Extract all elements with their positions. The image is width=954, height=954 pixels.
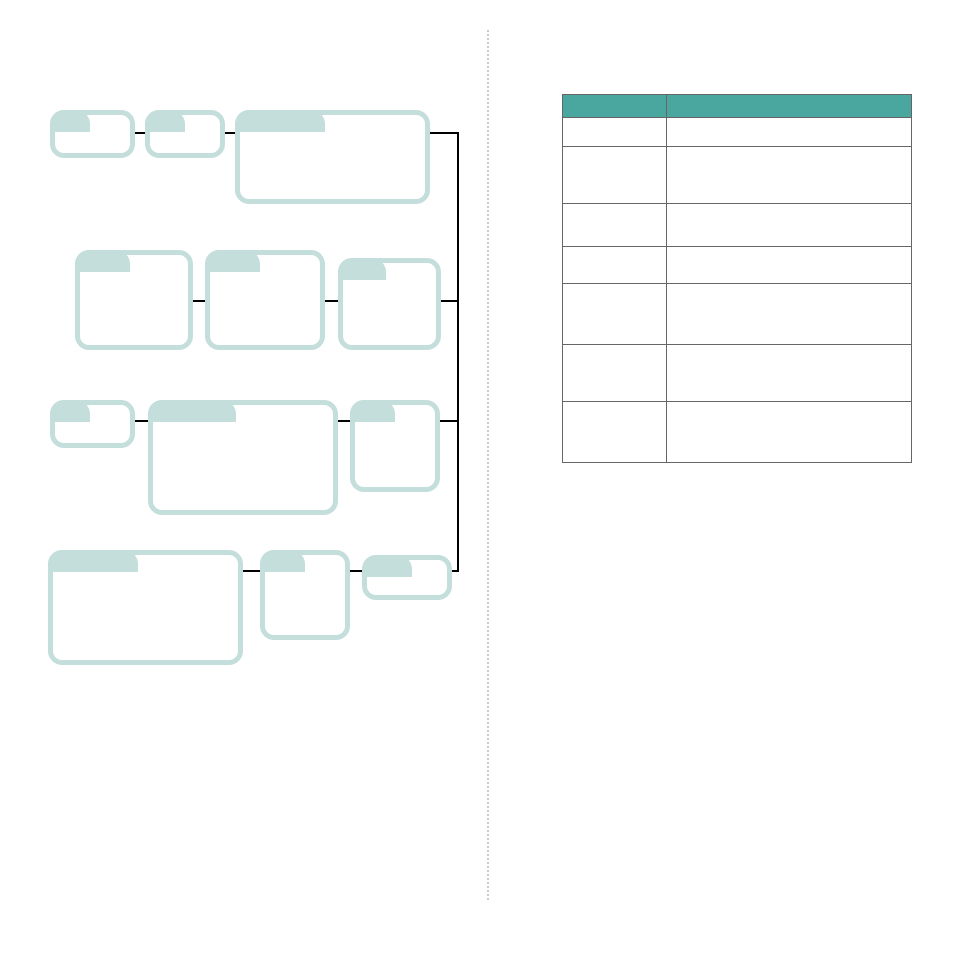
table-cell-b <box>667 204 912 247</box>
node-tab <box>205 250 260 272</box>
connector-v <box>457 132 459 302</box>
table-cell-a <box>563 284 667 345</box>
table-row <box>563 345 912 402</box>
node-tab <box>145 110 185 132</box>
diagram-node <box>145 110 225 158</box>
diagram-node <box>260 550 350 640</box>
table-cell-a <box>563 247 667 284</box>
connector-v <box>457 300 459 422</box>
table-row <box>563 284 912 345</box>
table-row <box>563 147 912 204</box>
table-cell-a <box>563 118 667 147</box>
table-header-a <box>563 95 667 118</box>
table-cell-b <box>667 345 912 402</box>
table-header-b <box>667 95 912 118</box>
table-cell-b <box>667 147 912 204</box>
diagram-node <box>50 400 135 448</box>
table-header-row <box>563 95 912 118</box>
table-cell-b <box>667 247 912 284</box>
diagram-node <box>350 400 440 492</box>
table-cell-b <box>667 284 912 345</box>
diagram-node <box>338 258 441 350</box>
table-row <box>563 118 912 147</box>
table-row <box>563 204 912 247</box>
diagram-node <box>235 110 430 204</box>
node-tab <box>362 555 412 577</box>
table-cell-a <box>563 204 667 247</box>
diagram-node <box>75 250 193 350</box>
node-tab <box>338 258 386 280</box>
diagram-node <box>50 110 135 158</box>
node-tab <box>235 110 325 132</box>
node-tab <box>48 550 138 572</box>
diagram-node <box>205 250 325 350</box>
node-tab <box>50 400 90 422</box>
table-cell-a <box>563 402 667 463</box>
table-cell-a <box>563 345 667 402</box>
diagram-node <box>48 550 243 665</box>
table-cell-b <box>667 402 912 463</box>
node-tab <box>75 250 130 272</box>
reference-table <box>562 94 912 463</box>
diagram-node <box>148 400 338 515</box>
node-tab <box>260 550 305 572</box>
table-row <box>563 402 912 463</box>
connector-v <box>457 420 459 572</box>
center-divider <box>487 30 489 900</box>
node-tab <box>350 400 395 422</box>
page <box>0 0 954 954</box>
table-cell-a <box>563 147 667 204</box>
node-tab <box>50 110 90 132</box>
node-tab <box>148 400 236 422</box>
table-row <box>563 247 912 284</box>
table-cell-b <box>667 118 912 147</box>
diagram-node <box>362 555 452 600</box>
